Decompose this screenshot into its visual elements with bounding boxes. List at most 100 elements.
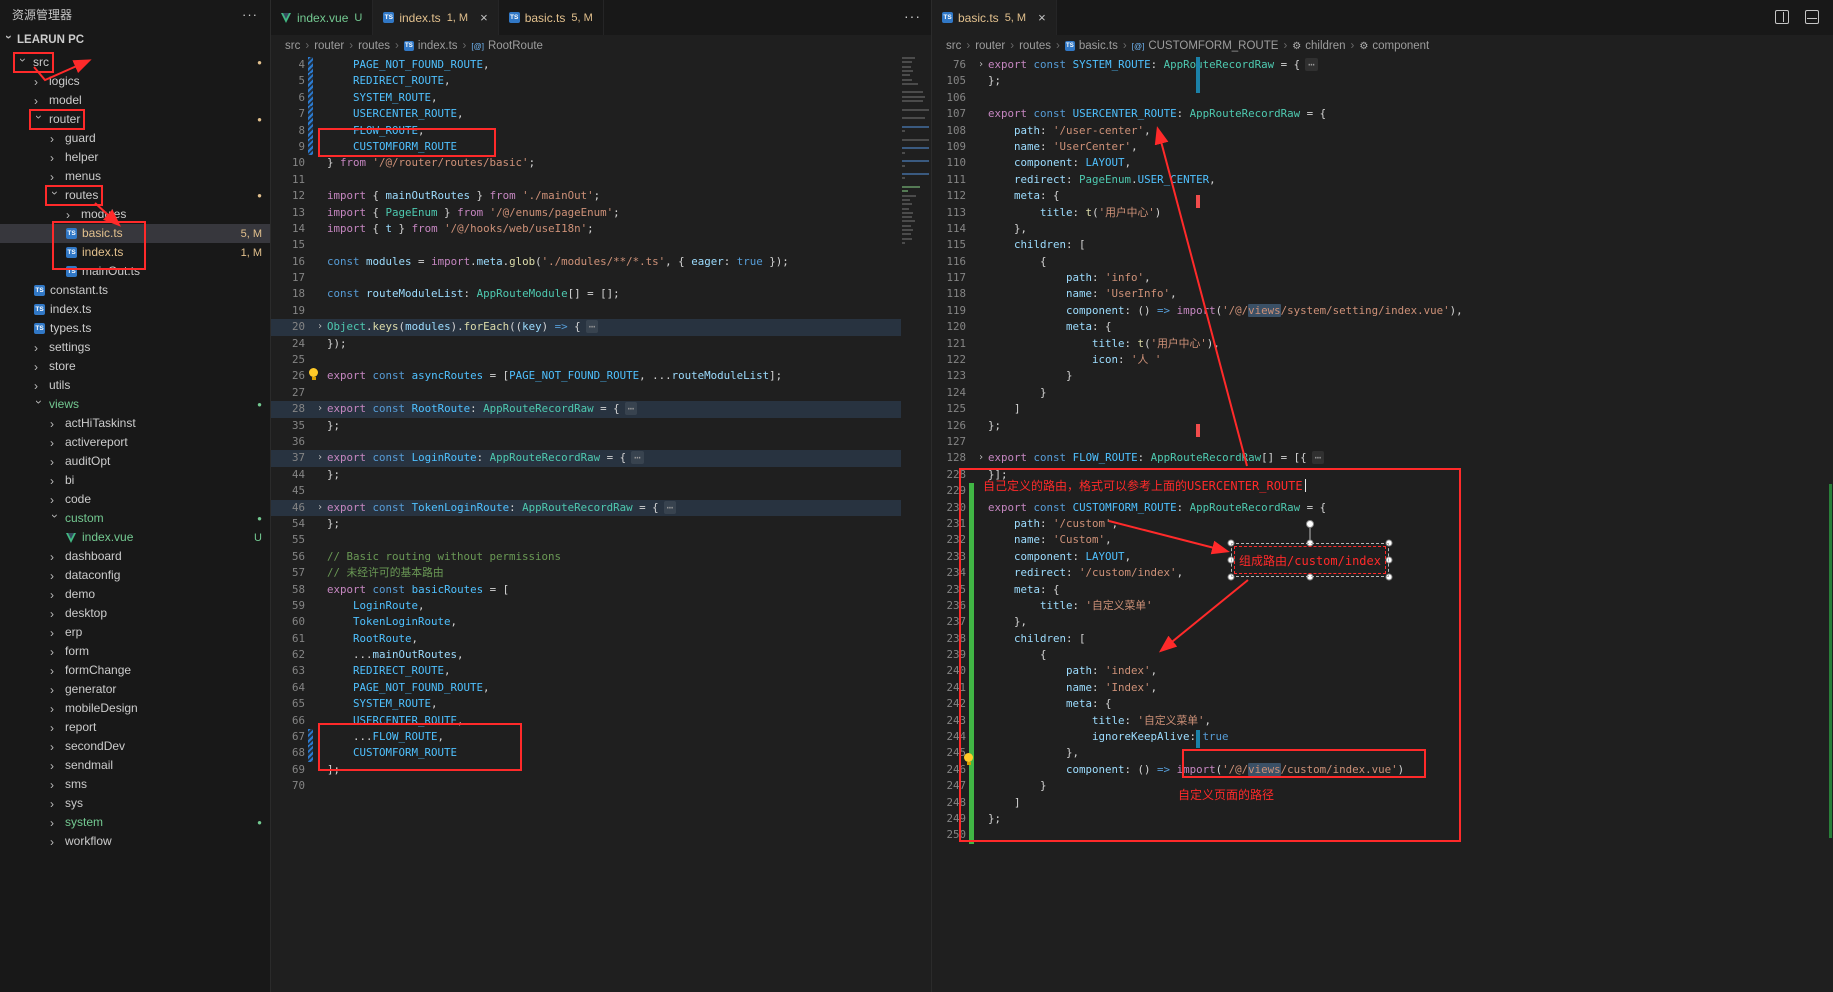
code-line-10[interactable]: 10} from '/@/router/routes/basic'; xyxy=(271,155,901,171)
code-line-7[interactable]: 7 USERCENTER_ROUTE, xyxy=(271,106,901,122)
tree-item-system[interactable]: ›system● xyxy=(0,813,270,832)
code-line-239[interactable]: 239 { xyxy=(932,647,1833,663)
code-line-76[interactable]: 76›export const SYSTEM_ROUTE: AppRouteRe… xyxy=(932,57,1833,73)
code-line-115[interactable]: 115 children: [ xyxy=(932,237,1833,253)
tree-item-demo[interactable]: ›demo xyxy=(0,585,270,604)
code-line-122[interactable]: 122 icon: '人 ' xyxy=(932,352,1833,368)
breadcrumb-item-RootRoute[interactable]: [@]RootRoute xyxy=(471,40,543,52)
code-line-26[interactable]: 26export const asyncRoutes = [PAGE_NOT_F… xyxy=(271,368,901,384)
code-line-28[interactable]: 28›export const RootRoute: AppRouteRecor… xyxy=(271,401,901,417)
tree-item-types.ts[interactable]: TStypes.ts xyxy=(0,319,270,338)
code-line-233[interactable]: 233 component: LAYOUT, xyxy=(932,549,1833,565)
editor-layout-icon[interactable] xyxy=(1801,6,1823,28)
tree-item-index.ts[interactable]: TSindex.ts1, M xyxy=(0,243,270,262)
tree-item-custom[interactable]: ›custom● xyxy=(0,509,270,528)
code-line-45[interactable]: 45 xyxy=(271,483,901,499)
code-line-118[interactable]: 118 name: 'UserInfo', xyxy=(932,286,1833,302)
tree-item-constant.ts[interactable]: TSconstant.ts xyxy=(0,281,270,300)
breadcrumb-item-src[interactable]: src xyxy=(946,40,961,52)
tree-item-erp[interactable]: ›erp xyxy=(0,623,270,642)
code-line-5[interactable]: 5 REDIRECT_ROUTE, xyxy=(271,73,901,89)
code-line-57[interactable]: 57// 未经许可的基本路由 xyxy=(271,565,901,581)
fold-chevron-icon[interactable]: › xyxy=(974,57,988,73)
tree-item-index.ts[interactable]: TSindex.ts xyxy=(0,300,270,319)
code-line-236[interactable]: 236 title: '自定义菜单' xyxy=(932,598,1833,614)
fold-chevron-icon[interactable]: › xyxy=(313,450,327,466)
code-line-230[interactable]: 230export const CUSTOMFORM_ROUTE: AppRou… xyxy=(932,500,1833,516)
code-line-55[interactable]: 55 xyxy=(271,532,901,548)
code-line-231[interactable]: 231 path: '/custom', xyxy=(932,516,1833,532)
tree-item-sms[interactable]: ›sms xyxy=(0,775,270,794)
close-icon[interactable]: × xyxy=(480,11,488,24)
workspace-section-header[interactable]: › LEARUN PC xyxy=(0,28,270,51)
code-line-56[interactable]: 56// Basic routing without permissions xyxy=(271,549,901,565)
code-line-241[interactable]: 241 name: 'Index', xyxy=(932,680,1833,696)
code-line-17[interactable]: 17 xyxy=(271,270,901,286)
tree-item-src[interactable]: ›src● xyxy=(0,53,270,72)
code-line-14[interactable]: 14import { t } from '/@/hooks/web/useI18… xyxy=(271,221,901,237)
folded-ellipsis[interactable]: ⋯ xyxy=(1305,58,1318,71)
code-line-46[interactable]: 46›export const TokenLoginRoute: AppRout… xyxy=(271,500,901,516)
code-line-228[interactable]: 228}]; xyxy=(932,467,1833,483)
code-line-108[interactable]: 108 path: '/user-center', xyxy=(932,123,1833,139)
code-line-109[interactable]: 109 name: 'UserCenter', xyxy=(932,139,1833,155)
tree-item-desktop[interactable]: ›desktop xyxy=(0,604,270,623)
tree-item-sendmail[interactable]: ›sendmail xyxy=(0,756,270,775)
folded-ellipsis[interactable]: ⋯ xyxy=(631,451,644,464)
code-line-25[interactable]: 25 xyxy=(271,352,901,368)
breadcrumb-item-index.ts[interactable]: TSindex.ts xyxy=(404,40,458,52)
code-line-125[interactable]: 125 ] xyxy=(932,401,1833,417)
code-line-128[interactable]: 128›export const FLOW_ROUTE: AppRouteRec… xyxy=(932,450,1833,466)
tree-item-store[interactable]: ›store xyxy=(0,357,270,376)
code-line-113[interactable]: 113 title: t('用户中心') xyxy=(932,205,1833,221)
code-line-37[interactable]: 37›export const LoginRoute: AppRouteReco… xyxy=(271,450,901,466)
tree-item-workflow[interactable]: ›workflow xyxy=(0,832,270,851)
code-line-64[interactable]: 64 PAGE_NOT_FOUND_ROUTE, xyxy=(271,680,901,696)
lightbulb-icon[interactable] xyxy=(964,753,973,762)
tree-item-menus[interactable]: ›menus xyxy=(0,167,270,186)
tree-item-auditOpt[interactable]: ›auditOpt xyxy=(0,452,270,471)
editor-more-actions-icon[interactable]: ··· xyxy=(904,8,921,24)
code-line-120[interactable]: 120 meta: { xyxy=(932,319,1833,335)
tree-item-actHiTaskinst[interactable]: ›actHiTaskinst xyxy=(0,414,270,433)
tree-item-router[interactable]: ›router● xyxy=(0,110,270,129)
tree-item-routes[interactable]: ›routes● xyxy=(0,186,270,205)
code-line-4[interactable]: 4 PAGE_NOT_FOUND_ROUTE, xyxy=(271,57,901,73)
breadcrumb-item-CUSTOMFORM_ROUTE[interactable]: [@]CUSTOMFORM_ROUTE xyxy=(1132,40,1279,52)
code-line-13[interactable]: 13import { PageEnum } from '/@/enums/pag… xyxy=(271,205,901,221)
close-icon[interactable]: × xyxy=(1038,11,1046,24)
tree-item-report[interactable]: ›report xyxy=(0,718,270,737)
folded-ellipsis[interactable]: ⋯ xyxy=(625,402,638,415)
code-line-67[interactable]: 67 ...FLOW_ROUTE, xyxy=(271,729,901,745)
breadcrumb-item-basic.ts[interactable]: TSbasic.ts xyxy=(1065,40,1118,52)
code-line-243[interactable]: 243 title: '自定义菜单', xyxy=(932,713,1833,729)
code-editor-basic-ts[interactable]: 76›export const SYSTEM_ROUTE: AppRouteRe… xyxy=(932,57,1833,992)
code-line-238[interactable]: 238 children: [ xyxy=(932,631,1833,647)
code-line-65[interactable]: 65 SYSTEM_ROUTE, xyxy=(271,696,901,712)
code-line-110[interactable]: 110 component: LAYOUT, xyxy=(932,155,1833,171)
code-line-12[interactable]: 12import { mainOutRoutes } from './mainO… xyxy=(271,188,901,204)
tree-item-secondDev[interactable]: ›secondDev xyxy=(0,737,270,756)
code-line-9[interactable]: 9 CUSTOMFORM_ROUTE xyxy=(271,139,901,155)
tree-item-activereport[interactable]: ›activereport xyxy=(0,433,270,452)
tree-item-dashboard[interactable]: ›dashboard xyxy=(0,547,270,566)
code-line-62[interactable]: 62 ...mainOutRoutes, xyxy=(271,647,901,663)
split-editor-icon[interactable] xyxy=(1771,6,1793,28)
code-line-234[interactable]: 234 redirect: '/custom/index', xyxy=(932,565,1833,581)
tab-index.ts[interactable]: TSindex.ts1, M× xyxy=(373,0,498,35)
tree-item-logics[interactable]: ›logics xyxy=(0,72,270,91)
fold-chevron-icon[interactable]: › xyxy=(313,319,327,335)
tab-basic.ts[interactable]: TSbasic.ts5, M× xyxy=(932,0,1057,35)
fold-chevron-icon[interactable]: › xyxy=(313,500,327,516)
tree-item-mainOut.ts[interactable]: TSmainOut.ts xyxy=(0,262,270,281)
breadcrumb-item-children[interactable]: ⚙children xyxy=(1292,40,1345,52)
code-editor-index-ts[interactable]: 4 PAGE_NOT_FOUND_ROUTE,5 REDIRECT_ROUTE,… xyxy=(271,57,901,992)
code-line-19[interactable]: 19 xyxy=(271,303,901,319)
tree-item-settings[interactable]: ›settings xyxy=(0,338,270,357)
code-line-242[interactable]: 242 meta: { xyxy=(932,696,1833,712)
code-line-20[interactable]: 20›Object.keys(modules).forEach((key) =>… xyxy=(271,319,901,335)
code-line-232[interactable]: 232 name: 'Custom', xyxy=(932,532,1833,548)
code-line-54[interactable]: 54}; xyxy=(271,516,901,532)
breadcrumb-item-router[interactable]: router xyxy=(975,40,1005,52)
minimap[interactable] xyxy=(901,57,930,992)
